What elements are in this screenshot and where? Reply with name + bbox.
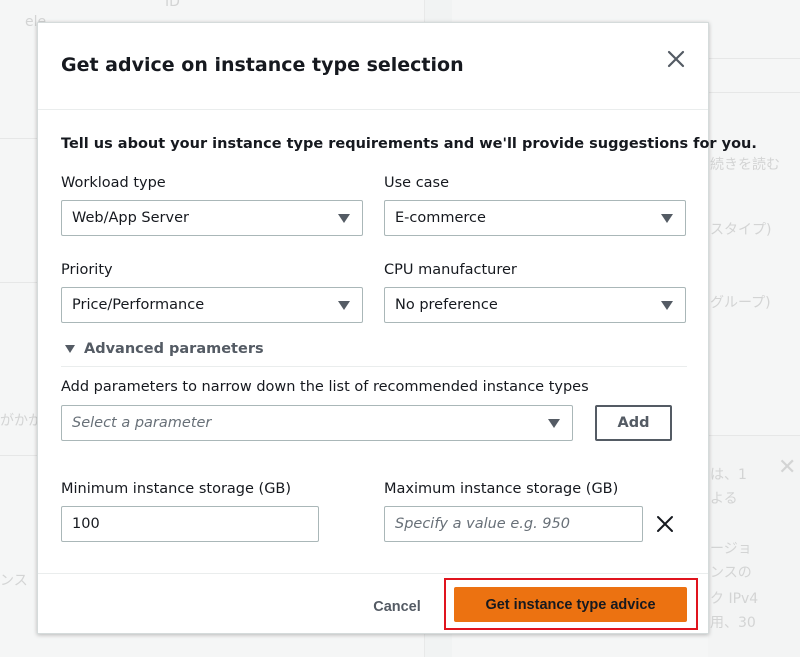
close-icon (667, 50, 685, 68)
priority-select[interactable]: Price/Performance (61, 287, 363, 323)
min-storage-input[interactable] (61, 506, 319, 542)
parameter-select[interactable]: Select a parameter (61, 405, 573, 441)
advanced-divider (61, 366, 687, 367)
caret-down-icon (338, 214, 350, 223)
max-storage-label: Maximum instance storage (GB) (384, 481, 619, 497)
advanced-parameters-label: Advanced parameters (84, 341, 264, 357)
max-storage-input[interactable] (384, 506, 643, 542)
parameter-select-placeholder: Select a parameter (72, 415, 212, 431)
intro-text: Tell us about your instance type require… (61, 136, 757, 152)
footer-divider (38, 573, 708, 574)
cpu-manufacturer-label: CPU manufacturer (384, 262, 517, 278)
add-parameters-label: Add parameters to narrow down the list o… (61, 379, 589, 395)
priority-value: Price/Performance (72, 297, 205, 313)
workload-type-select[interactable]: Web/App Server (61, 200, 363, 236)
close-icon (657, 516, 673, 532)
priority-label: Priority (61, 262, 113, 278)
get-instance-type-advice-button[interactable]: Get instance type advice (454, 587, 687, 622)
modal-title: Get advice on instance type selection (61, 54, 464, 76)
caret-down-icon (338, 301, 350, 310)
cpu-manufacturer-select[interactable]: No preference (384, 287, 686, 323)
use-case-label: Use case (384, 175, 450, 191)
modal-header: Get advice on instance type selection (38, 23, 708, 110)
workload-type-label: Workload type (61, 175, 166, 191)
use-case-select[interactable]: E-commerce (384, 200, 686, 236)
use-case-value: E-commerce (395, 210, 486, 226)
advanced-parameters-toggle[interactable]: Advanced parameters (65, 341, 264, 357)
add-parameter-button[interactable]: Add (595, 405, 672, 441)
caret-down-icon (661, 214, 673, 223)
workload-type-value: Web/App Server (72, 210, 189, 226)
close-button[interactable] (664, 47, 688, 71)
caret-down-icon (548, 419, 560, 428)
min-storage-label: Minimum instance storage (GB) (61, 481, 292, 497)
cancel-button[interactable]: Cancel (356, 589, 438, 625)
caret-down-icon (65, 345, 75, 353)
cpu-manufacturer-value: No preference (395, 297, 498, 313)
instance-advice-modal: Get advice on instance type selection Te… (37, 22, 757, 634)
remove-parameter-button[interactable] (655, 514, 675, 534)
caret-down-icon (661, 301, 673, 310)
